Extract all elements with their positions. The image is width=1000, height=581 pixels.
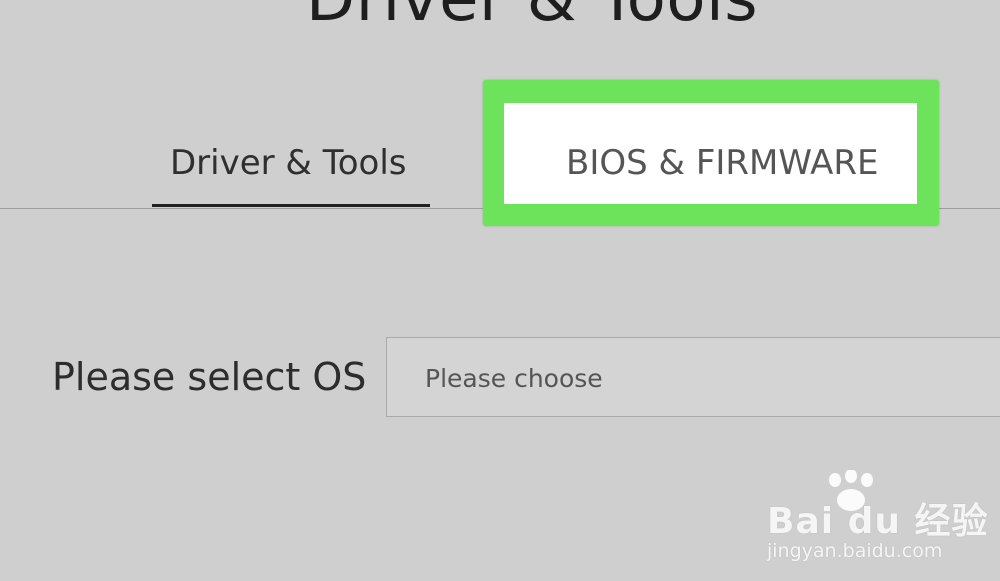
page-heading: Driver & Tools (0, 0, 1000, 36)
tab-bios-firmware[interactable]: BIOS & FIRMWARE (566, 143, 879, 183)
active-tab-underline (152, 204, 430, 207)
os-select-value: Please choose (425, 364, 603, 393)
os-select-dropdown[interactable]: Please choose (386, 337, 1000, 417)
os-select-label: Please select OS (52, 355, 367, 399)
watermark: Bai du 经验 jingyan.baidu.com (765, 470, 988, 570)
tab-driver-tools[interactable]: Driver & Tools (170, 143, 407, 183)
watermark-url: jingyan.baidu.com (767, 540, 943, 562)
watermark-brand: Bai du 经验 (767, 501, 989, 542)
